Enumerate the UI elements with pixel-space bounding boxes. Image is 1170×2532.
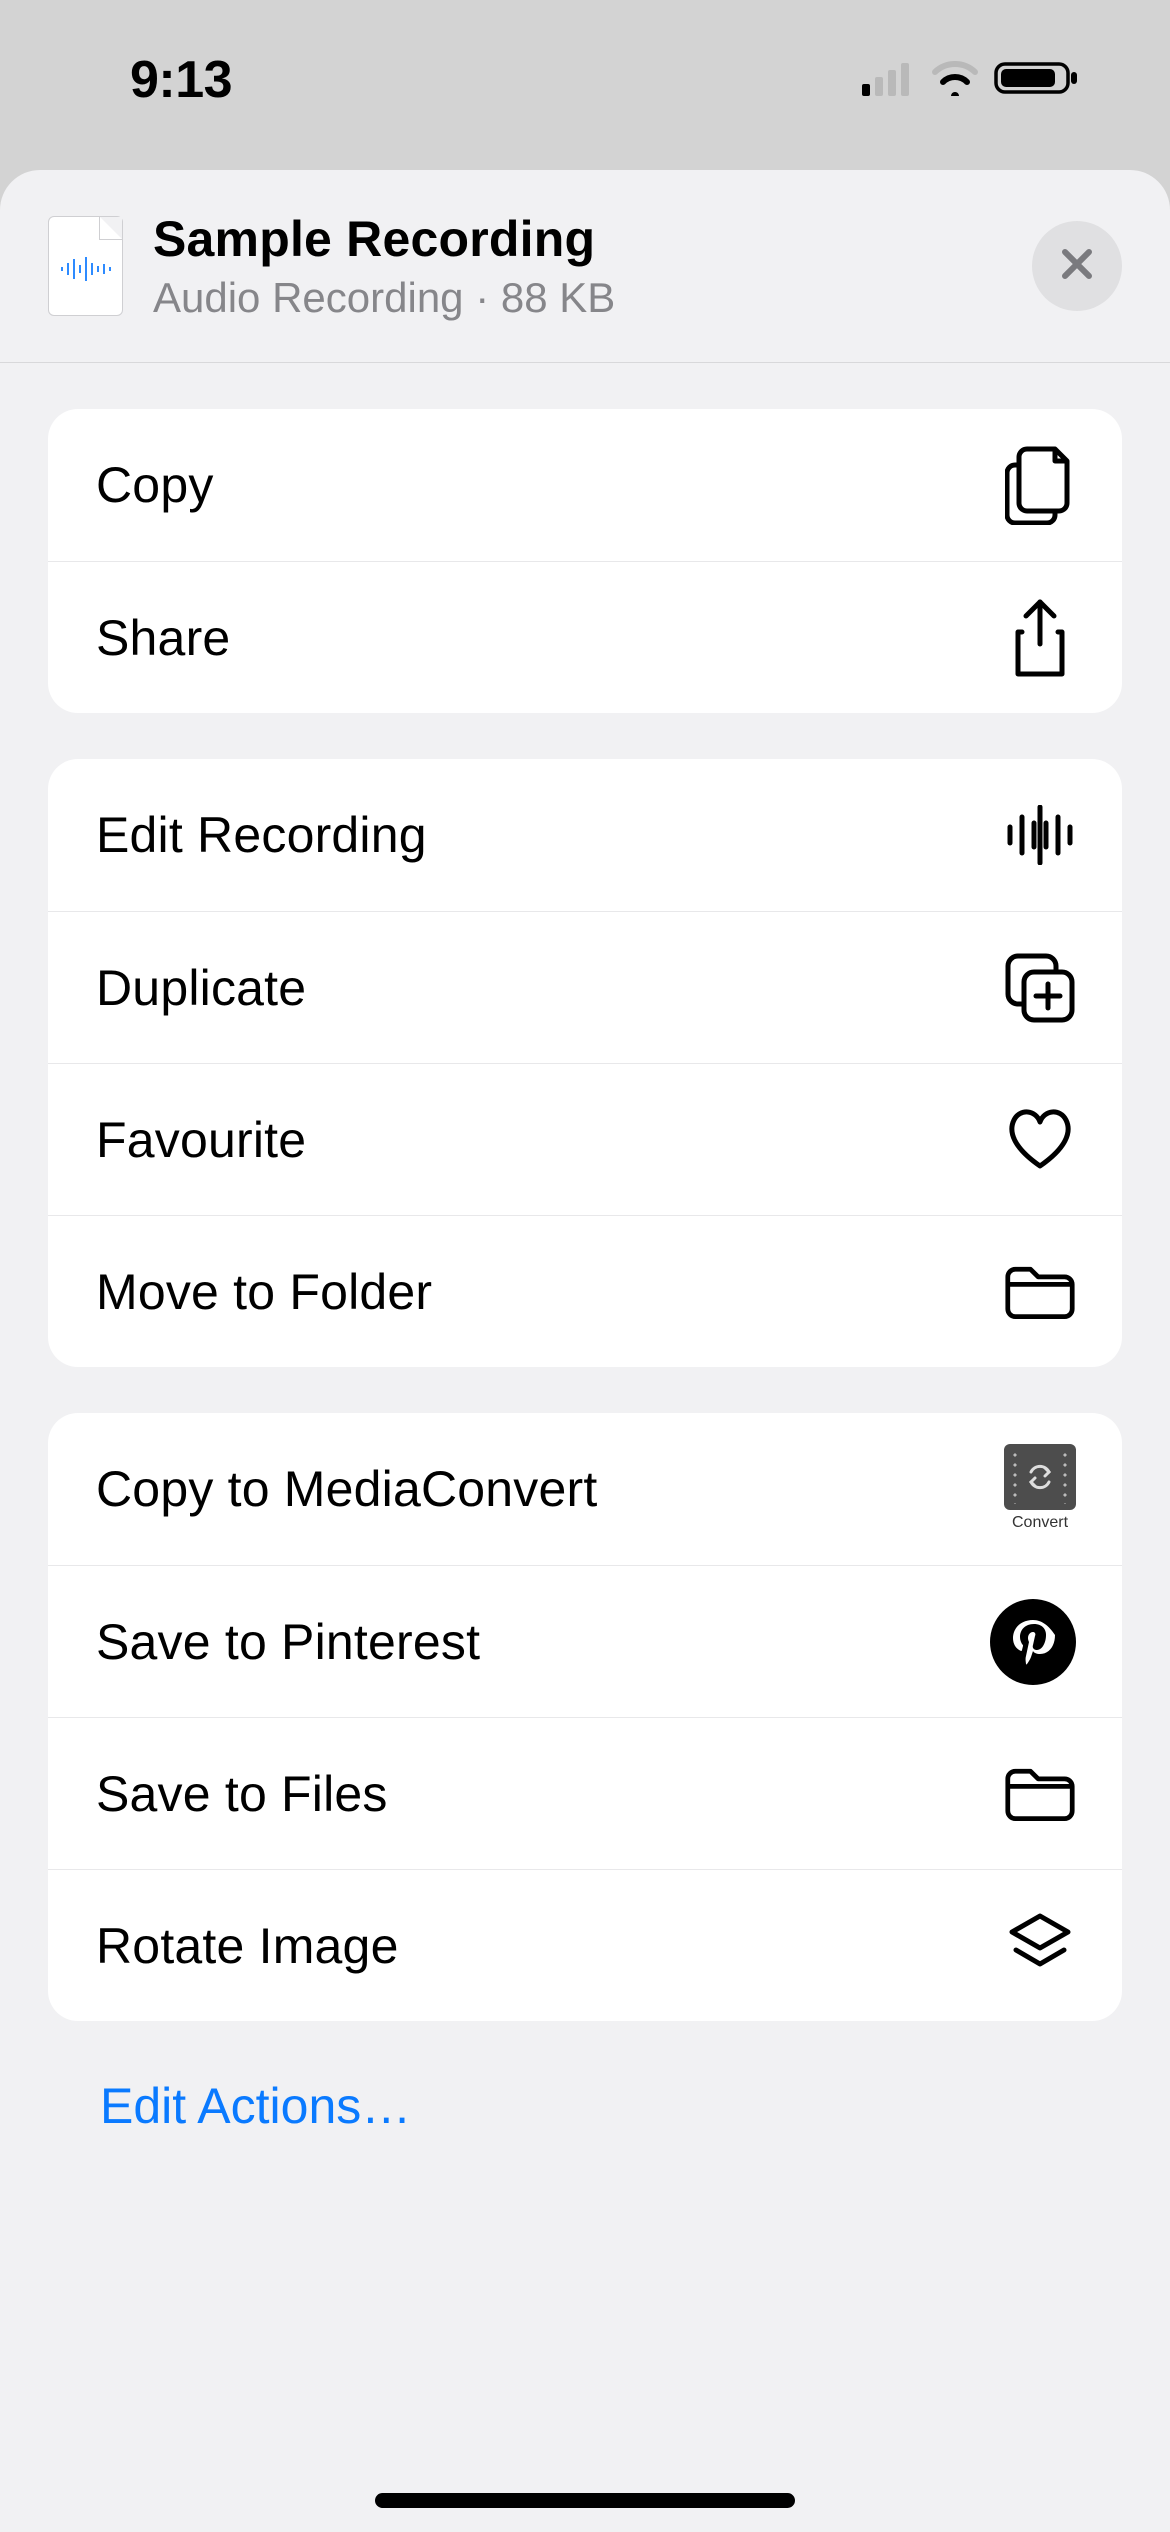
cellular-icon	[862, 60, 916, 101]
action-label: Copy	[96, 456, 214, 514]
action-label: Copy to MediaConvert	[96, 1460, 597, 1518]
stack-icon	[1004, 1910, 1076, 1982]
close-icon	[1057, 244, 1097, 289]
action-label: Edit Recording	[96, 806, 427, 864]
action-group-2: Edit Recording Duplicate	[48, 759, 1122, 1367]
action-edit-recording[interactable]: Edit Recording	[48, 759, 1122, 911]
edit-actions-link[interactable]: Edit Actions…	[100, 2078, 411, 2134]
action-save-to-files[interactable]: Save to Files	[48, 1717, 1122, 1869]
waveform-icon	[1004, 799, 1076, 871]
file-meta: Sample Recording Audio Recording · 88 KB	[123, 210, 1032, 322]
action-label: Share	[96, 609, 230, 667]
action-favourite[interactable]: Favourite	[48, 1063, 1122, 1215]
file-title: Sample Recording	[153, 210, 1032, 268]
edit-actions: Edit Actions…	[48, 2067, 1122, 2135]
action-label: Save to Files	[96, 1765, 388, 1823]
status-time: 9:13	[130, 50, 232, 110]
action-label: Favourite	[96, 1111, 306, 1169]
action-copy[interactable]: Copy	[48, 409, 1122, 561]
heart-icon	[1004, 1104, 1076, 1176]
file-thumbnail	[48, 216, 123, 316]
home-indicator[interactable]	[375, 2493, 795, 2508]
folder-icon	[1004, 1256, 1076, 1328]
action-label: Move to Folder	[96, 1263, 432, 1321]
action-copy-to-mediaconvert[interactable]: Copy to MediaConvert Convert	[48, 1413, 1122, 1565]
app-icon-caption: Convert	[1012, 1514, 1068, 1532]
action-label: Rotate Image	[96, 1917, 399, 1975]
mediaconvert-app-icon: Convert	[1004, 1444, 1076, 1534]
share-icon	[1004, 602, 1076, 674]
file-subtitle: Audio Recording · 88 KB	[153, 274, 1032, 322]
battery-icon	[994, 58, 1080, 103]
action-duplicate[interactable]: Duplicate	[48, 911, 1122, 1063]
action-save-to-pinterest[interactable]: Save to Pinterest	[48, 1565, 1122, 1717]
wifi-icon	[930, 60, 980, 101]
action-share[interactable]: Share	[48, 561, 1122, 713]
action-rotate-image[interactable]: Rotate Image	[48, 1869, 1122, 2021]
action-label: Duplicate	[96, 959, 306, 1017]
action-move-to-folder[interactable]: Move to Folder	[48, 1215, 1122, 1367]
share-sheet: Sample Recording Audio Recording · 88 KB…	[0, 170, 1170, 2532]
duplicate-icon	[1004, 952, 1076, 1024]
action-groups: Copy Share	[0, 363, 1170, 2135]
status-icons	[862, 58, 1110, 103]
action-group-1: Copy Share	[48, 409, 1122, 713]
action-label: Save to Pinterest	[96, 1613, 480, 1671]
folder-icon	[1004, 1758, 1076, 1830]
pinterest-app-icon	[990, 1599, 1076, 1685]
close-button[interactable]	[1032, 221, 1122, 311]
action-group-3: Copy to MediaConvert Convert Save to Pin…	[48, 1413, 1122, 2021]
status-bar: 9:13	[0, 0, 1170, 160]
sheet-header: Sample Recording Audio Recording · 88 KB	[0, 170, 1170, 363]
copy-icon	[1004, 449, 1076, 521]
